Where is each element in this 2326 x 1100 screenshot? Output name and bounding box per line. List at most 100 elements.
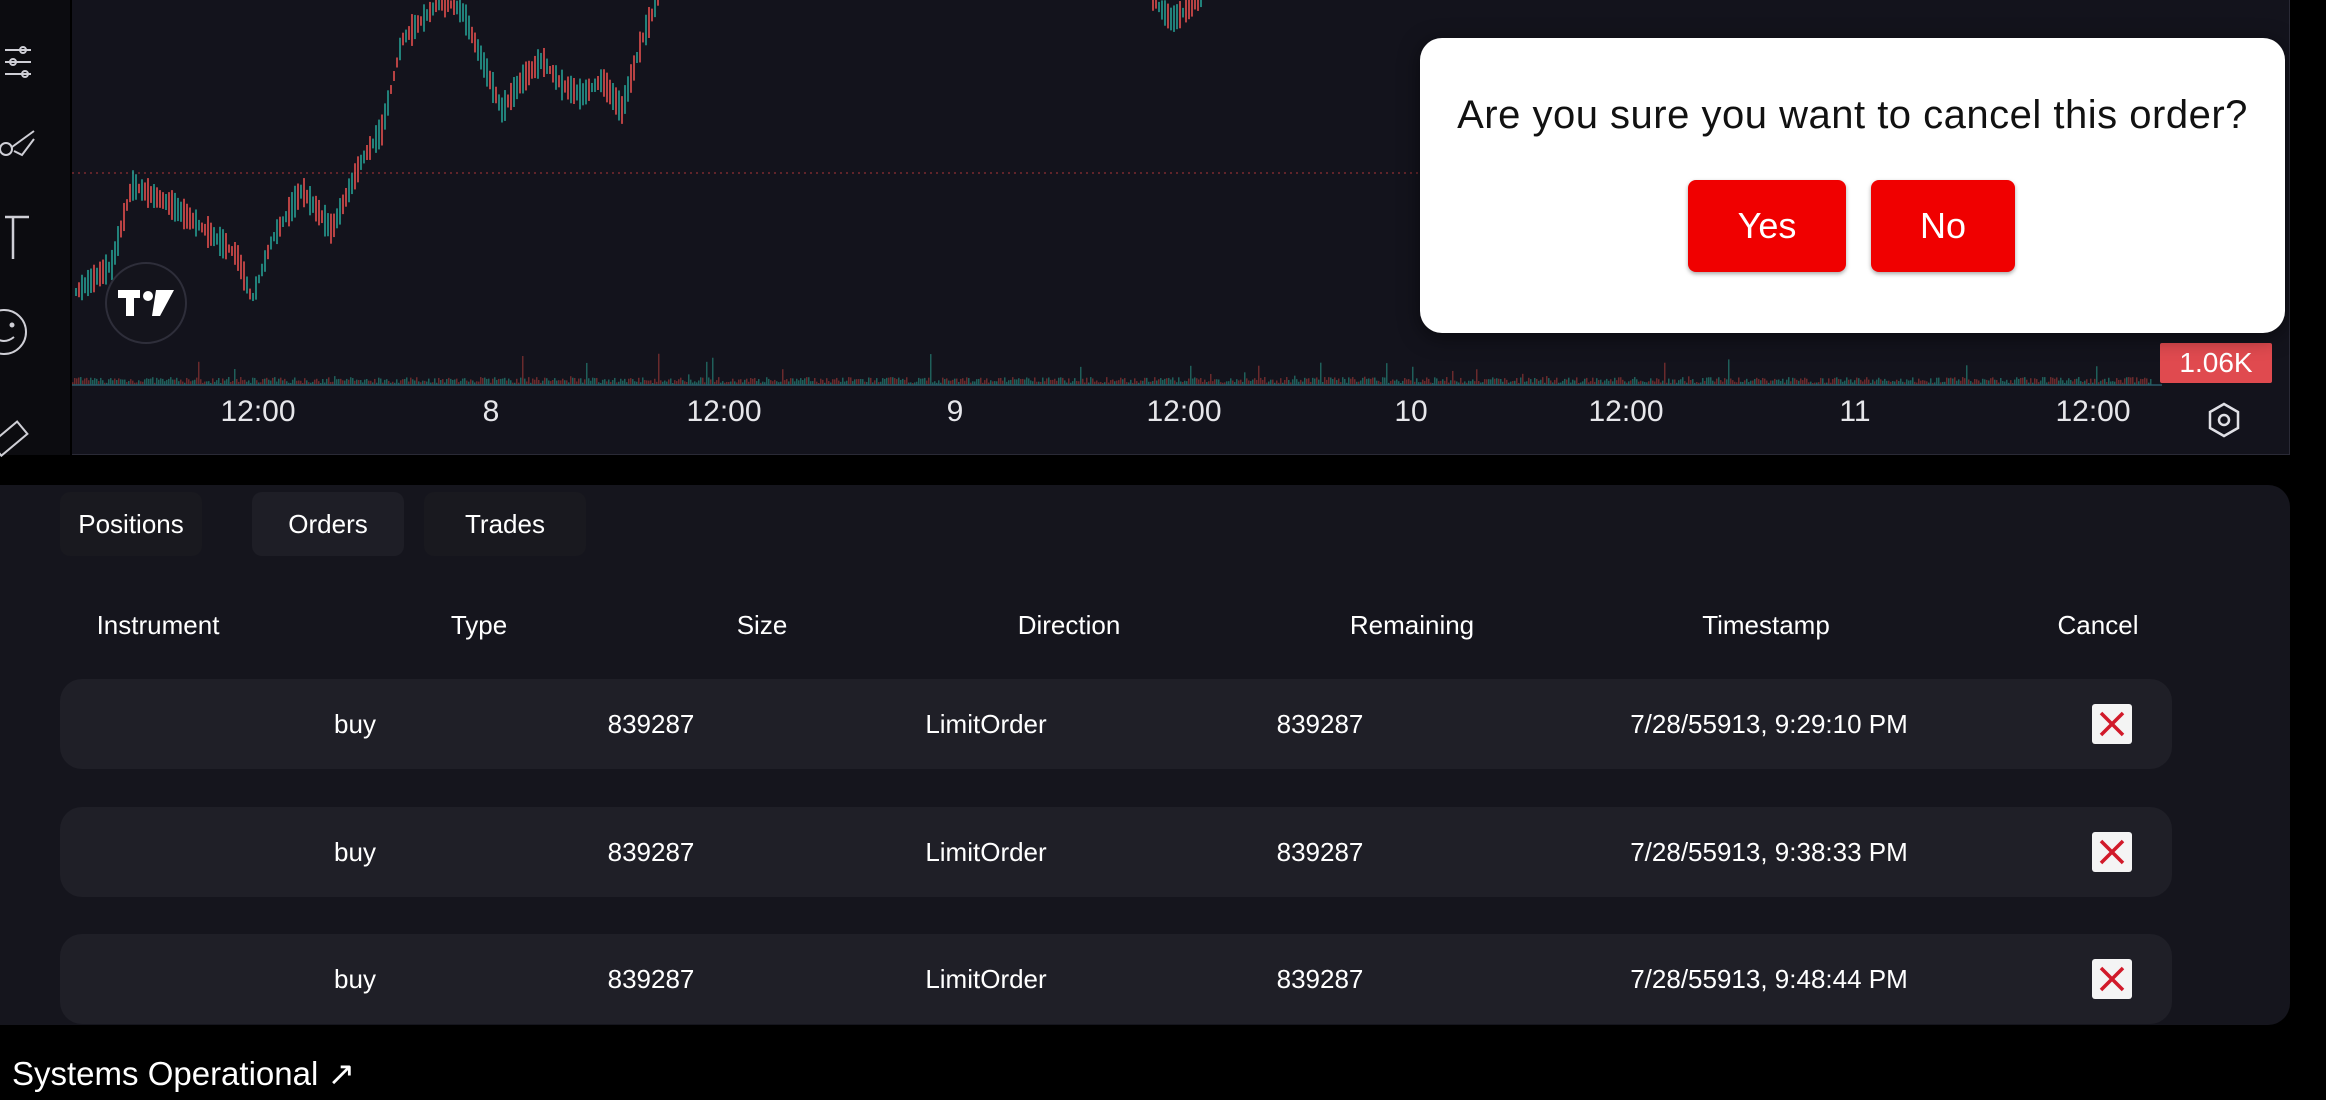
- close-icon: [2099, 966, 2125, 992]
- settings-sliders-icon[interactable]: [0, 42, 40, 82]
- ruler-icon[interactable]: [0, 420, 40, 460]
- volume-bar: [166, 379, 168, 385]
- volume-bar: [2096, 366, 2098, 385]
- column-header-type[interactable]: Type: [451, 610, 507, 641]
- volume-bar: [266, 377, 268, 385]
- volume-bar: [494, 377, 496, 385]
- volume-bar: [522, 356, 524, 385]
- chart-settings-gear-icon[interactable]: [2204, 400, 2244, 440]
- column-header-timestamp[interactable]: Timestamp: [1702, 610, 1830, 641]
- volume-bar: [1868, 379, 1870, 385]
- volume-bar: [1840, 379, 1842, 385]
- volume-bar: [500, 378, 502, 385]
- volume-bar: [944, 379, 946, 385]
- volume-bar: [340, 378, 342, 385]
- volume-bar: [520, 377, 522, 385]
- volume-bar: [2136, 377, 2138, 385]
- volume-bar: [1318, 379, 1320, 385]
- volume-bar: [1966, 365, 1968, 385]
- volume-bar: [678, 379, 680, 385]
- volume-value-badge: 1.06K: [2160, 343, 2272, 383]
- volume-bar: [346, 378, 348, 385]
- volume-bar: [196, 377, 198, 385]
- volume-bar: [2060, 377, 2062, 385]
- confirm-yes-button[interactable]: Yes: [1688, 180, 1846, 272]
- volume-bar: [980, 377, 982, 385]
- volume-bar: [1370, 378, 1372, 385]
- volume-bar: [1576, 377, 1578, 385]
- volume-bar: [690, 379, 692, 385]
- volume-bar: [1990, 378, 1992, 385]
- volume-bar: [440, 379, 442, 385]
- volume-bar: [1422, 379, 1424, 385]
- volume-bar: [1682, 377, 1684, 385]
- volume-bar: [2128, 377, 2130, 385]
- volume-bar: [1416, 378, 1418, 385]
- tradingview-logo[interactable]: [105, 262, 187, 344]
- volume-bar: [404, 379, 406, 385]
- brush-icon[interactable]: [0, 125, 40, 165]
- cancel-order-button[interactable]: [2092, 832, 2132, 872]
- volume-bar: [326, 378, 328, 385]
- volume-bar: [180, 379, 182, 385]
- volume-bar: [1350, 378, 1352, 385]
- volume-bar: [604, 379, 606, 385]
- column-header-size[interactable]: Size: [737, 610, 788, 641]
- volume-bar: [2030, 378, 2032, 385]
- volume-bar: [804, 378, 806, 385]
- time-tick: 12:00: [686, 395, 762, 428]
- volume-series: [72, 353, 2162, 386]
- column-header-instrument[interactable]: Instrument: [97, 610, 220, 641]
- volume-bar: [1634, 377, 1636, 385]
- volume-bar: [858, 379, 860, 385]
- column-header-remaining[interactable]: Remaining: [1350, 610, 1474, 641]
- volume-bar: [856, 379, 858, 385]
- tab-trades[interactable]: Trades: [424, 492, 586, 556]
- volume-bar: [1236, 379, 1238, 385]
- tab-orders[interactable]: Orders: [252, 492, 404, 556]
- volume-bar: [534, 379, 536, 385]
- tab-positions[interactable]: Positions: [60, 492, 202, 556]
- emoji-icon[interactable]: [0, 309, 40, 355]
- volume-bar: [1548, 378, 1550, 385]
- column-header-cancel[interactable]: Cancel: [2058, 610, 2139, 641]
- volume-bar: [152, 377, 154, 385]
- volume-bar: [1120, 377, 1122, 385]
- volume-bar: [504, 377, 506, 385]
- volume-bar: [402, 379, 404, 385]
- volume-bar: [1112, 379, 1114, 385]
- volume-bar: [416, 377, 418, 385]
- volume-bar: [1702, 378, 1704, 385]
- volume-bar: [554, 378, 556, 385]
- volume-bar: [406, 377, 408, 385]
- volume-bar: [2140, 378, 2142, 385]
- volume-bar: [348, 379, 350, 385]
- volume-bar: [1596, 378, 1598, 385]
- systems-status-link[interactable]: Systems Operational ↗: [12, 1054, 355, 1093]
- volume-bar: [832, 379, 834, 385]
- volume-bar: [1312, 377, 1314, 385]
- volume-bar: [580, 378, 582, 385]
- volume-bar: [1262, 379, 1264, 385]
- volume-bar: [174, 379, 176, 385]
- volume-bar: [1314, 378, 1316, 385]
- volume-bar: [2054, 378, 2056, 385]
- volume-bar: [1650, 378, 1652, 385]
- volume-bar: [1846, 377, 1848, 385]
- confirm-no-button[interactable]: No: [1871, 180, 2015, 272]
- volume-bar: [888, 377, 890, 385]
- volume-bar: [628, 378, 630, 385]
- cancel-order-button[interactable]: [2092, 704, 2132, 744]
- volume-bar: [434, 378, 436, 385]
- volume-bar: [1488, 379, 1490, 385]
- volume-bar: [2026, 379, 2028, 385]
- volume-bar: [1912, 377, 1914, 385]
- volume-bar: [820, 378, 822, 385]
- volume-bar: [1556, 377, 1558, 385]
- volume-bar: [76, 378, 78, 385]
- cancel-order-button[interactable]: [2092, 959, 2132, 999]
- text-icon[interactable]: [0, 215, 40, 259]
- volume-bar: [1938, 377, 1940, 385]
- volume-bar: [2000, 378, 2002, 385]
- column-header-direction[interactable]: Direction: [1018, 610, 1121, 641]
